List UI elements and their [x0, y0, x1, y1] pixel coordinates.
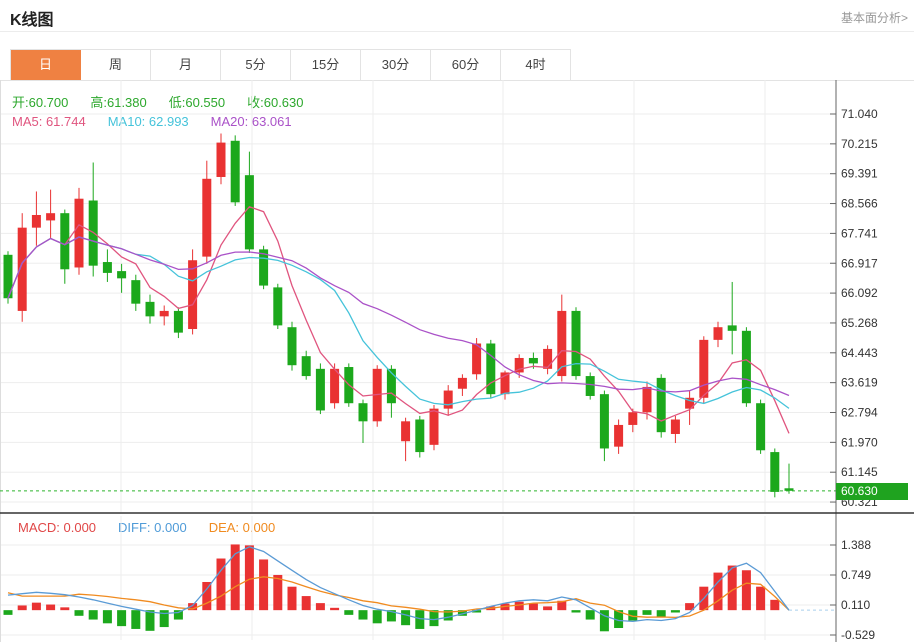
axis-label: 0.110 — [841, 598, 870, 612]
grid-layer — [0, 80, 836, 642]
axis-label: -0.529 — [841, 628, 875, 642]
axis-label: 64.443 — [841, 346, 878, 360]
axis-label: 61.970 — [841, 435, 878, 449]
axis-label: 70.215 — [841, 137, 878, 151]
axis-label: 66.917 — [841, 256, 878, 270]
axis-label: 66.092 — [841, 286, 878, 300]
kline-chart-canvas[interactable]: 71.040 70.215 69.391 68.566 67.741 66.917 66.0… — [0, 0, 914, 643]
axis-label: 71.040 — [841, 107, 878, 121]
axis-label: 65.268 — [841, 316, 878, 330]
ma20-line — [8, 237, 789, 396]
ma5-line — [8, 207, 789, 434]
current-price-badge: 60.630 — [836, 483, 908, 500]
kline-page: K线图 基本面分析> 日周月5分15分30分60分4时 开:60.700高:61… — [0, 0, 914, 643]
ma-layer — [8, 207, 789, 434]
macd-hist-layer — [4, 544, 780, 631]
axis-label: 63.619 — [841, 376, 878, 390]
axis-label: 61.145 — [841, 465, 878, 479]
axis-label: 68.566 — [841, 197, 878, 211]
axis-label: 62.794 — [841, 406, 878, 420]
axis-label: 1.388 — [841, 538, 871, 552]
axis-label: 67.741 — [841, 226, 878, 240]
axis-label: 0.749 — [841, 568, 871, 582]
axis-layer: 71.040 70.215 69.391 68.566 67.741 66.917 66.0… — [830, 80, 878, 642]
axis-label: 69.391 — [841, 167, 878, 181]
